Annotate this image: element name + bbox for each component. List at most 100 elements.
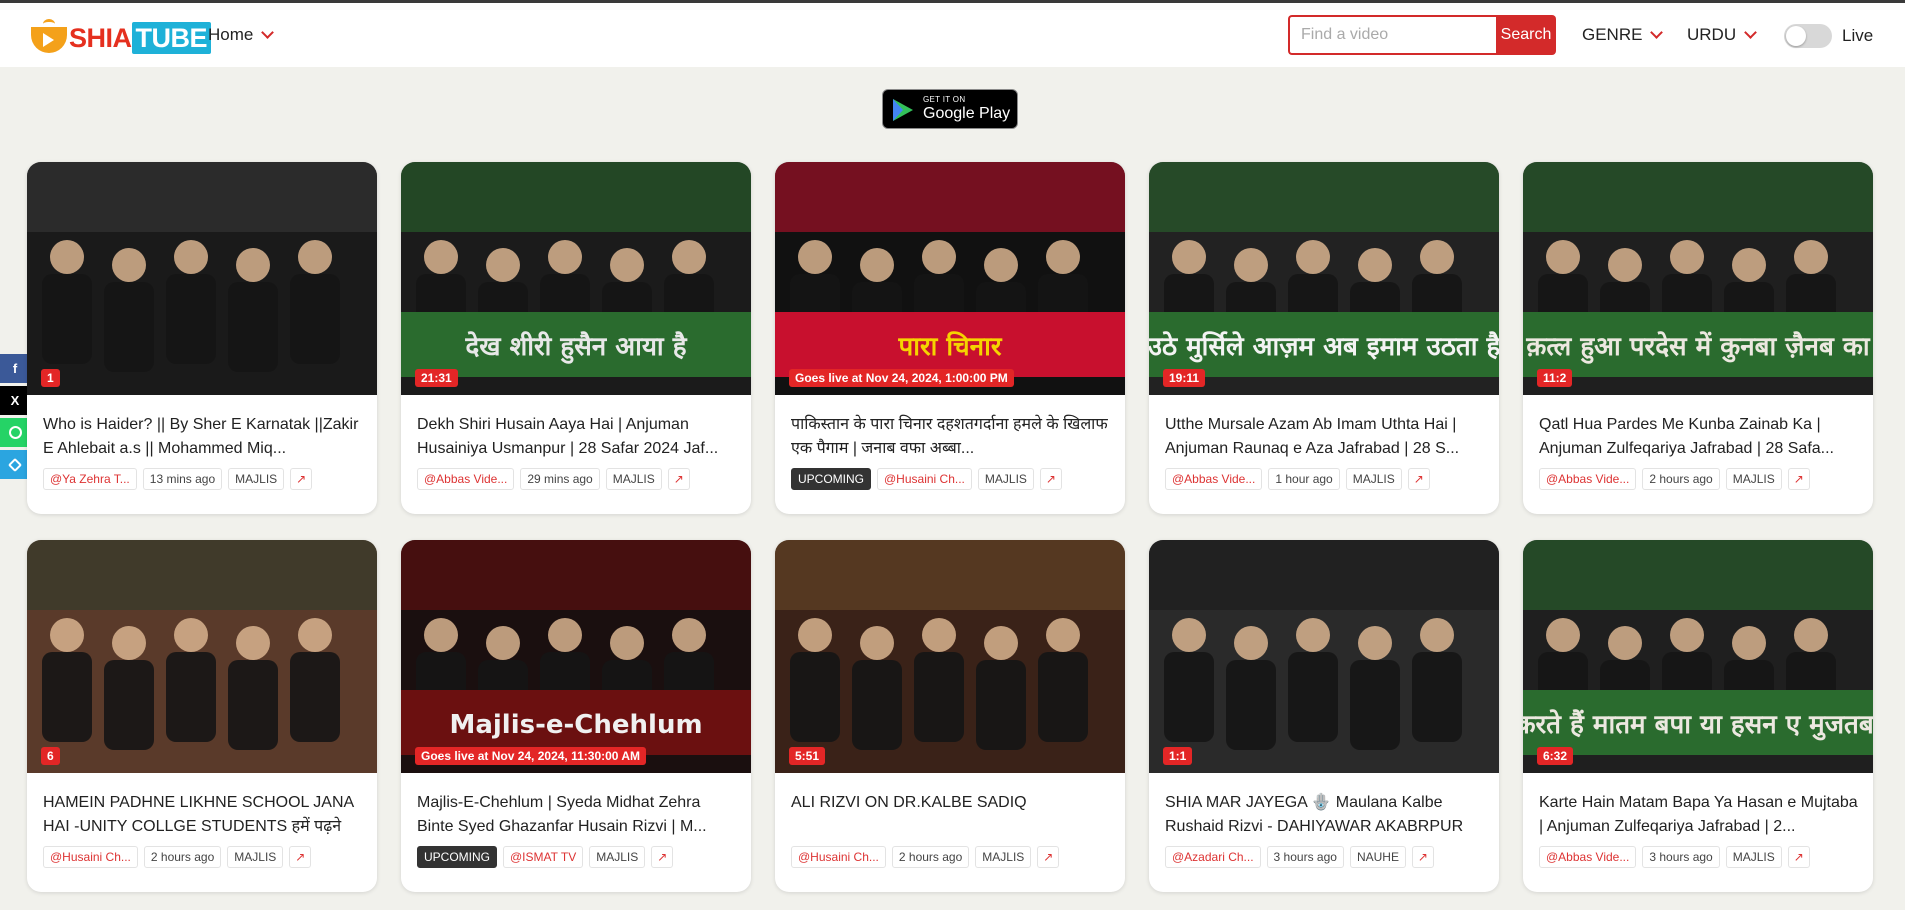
- video-thumbnail[interactable]: देख शीरी हुसैन आया है 21:31: [401, 162, 751, 395]
- channel-link[interactable]: @Abbas Vide...: [417, 468, 515, 490]
- external-link-icon[interactable]: ↗: [1037, 846, 1060, 868]
- video-title[interactable]: SHIA MAR JAYEGA 🪬 Maulana Kalbe Rushaid …: [1165, 791, 1485, 839]
- thumbnail-image: [1149, 540, 1499, 773]
- external-link-icon[interactable]: ↗: [1411, 846, 1434, 868]
- video-card[interactable]: देख शीरी हुसैन आया है 21:31 Dekh Shiri Hus…: [401, 162, 751, 514]
- upload-time: 13 mins ago: [142, 468, 223, 490]
- upcoming-badge: UPCOMING: [417, 846, 497, 868]
- search-input[interactable]: [1288, 15, 1496, 55]
- video-title[interactable]: Dekh Shiri Husain Aaya Hai | Anjuman Hus…: [417, 413, 737, 461]
- video-card[interactable]: क़त्ल हुआ परदेस में कुनबा ज़ैनब का 11:2 Qa…: [1523, 162, 1873, 514]
- video-thumbnail[interactable]: 5:51: [775, 540, 1125, 773]
- upload-time: 29 mins ago: [520, 468, 600, 490]
- chevron-down-icon: [1744, 26, 1757, 39]
- home-label: Home: [208, 25, 254, 44]
- video-thumbnail[interactable]: 1:1: [1149, 540, 1499, 773]
- external-link-icon[interactable]: ↗: [1039, 468, 1062, 490]
- video-title[interactable]: ALI RIZVI ON DR.KALBE SADIQ: [791, 791, 1111, 839]
- genre-tag[interactable]: MAJLIS: [975, 846, 1032, 868]
- channel-link[interactable]: @Husaini Ch...: [43, 846, 138, 868]
- external-link-icon[interactable]: ↗: [651, 846, 674, 868]
- video-card[interactable]: 1:1 SHIA MAR JAYEGA 🪬 Maulana Kalbe Rusha…: [1149, 540, 1499, 892]
- channel-link[interactable]: @Abbas Vide...: [1539, 468, 1637, 490]
- telegram-share-icon[interactable]: [0, 450, 30, 479]
- thumbnail-image: क़त्ल हुआ परदेस में कुनबा ज़ैनब का: [1523, 162, 1873, 395]
- thumbnail-caption: Majlis-e-Chehlum: [449, 710, 702, 740]
- video-thumbnail[interactable]: क़त्ल हुआ परदेस में कुनबा ज़ैनब का 11:2: [1523, 162, 1873, 395]
- upload-time: 3 hours ago: [1266, 846, 1344, 868]
- home-menu[interactable]: Home: [208, 25, 275, 45]
- genre-tag[interactable]: MAJLIS: [589, 846, 646, 868]
- channel-link[interactable]: @Husaini Ch...: [877, 468, 972, 490]
- external-link-icon[interactable]: ↗: [1787, 846, 1810, 868]
- video-thumbnail[interactable]: Majlis-e-Chehlum Goes live at Nov 24, 202…: [401, 540, 751, 773]
- chevron-down-icon: [261, 26, 275, 39]
- video-meta: @Husaini Ch... 2 hours ago MAJLIS ↗: [43, 846, 312, 868]
- thumbnail-caption: पारा चिनार: [898, 331, 1003, 362]
- thumbnail-image: पारा चिनार: [775, 162, 1125, 395]
- genre-tag[interactable]: MAJLIS: [1725, 846, 1782, 868]
- genre-tag[interactable]: MAJLIS: [228, 468, 285, 490]
- external-link-icon[interactable]: ↗: [290, 468, 313, 490]
- video-title[interactable]: Who is Haider? || By Sher E Karnatak ||Z…: [43, 413, 363, 461]
- video-title[interactable]: Karte Hain Matam Bapa Ya Hasan e Mujtaba…: [1539, 791, 1859, 839]
- logo-text-shia: SHIA: [69, 22, 132, 53]
- channel-link[interactable]: @Azadari Ch...: [1165, 846, 1261, 868]
- channel-link[interactable]: @Husaini Ch...: [791, 846, 886, 868]
- external-link-icon[interactable]: ↗: [667, 468, 690, 490]
- shiatube-logo[interactable]: SHIA TUBE: [29, 19, 212, 57]
- video-card[interactable]: 5:51 ALI RIZVI ON DR.KALBE SADIQ @Husaini …: [775, 540, 1125, 892]
- chevron-down-icon: [1650, 26, 1664, 39]
- video-thumbnail[interactable]: 6: [27, 540, 377, 773]
- logo-text-tube: TUBE: [131, 22, 212, 54]
- external-link-icon[interactable]: ↗: [289, 846, 312, 868]
- video-title[interactable]: Qatl Hua Pardes Me Kunba Zainab Ka | Anj…: [1539, 413, 1859, 461]
- video-card[interactable]: 1 Who is Haider? || By Sher E Karnatak ||…: [27, 162, 377, 514]
- video-title[interactable]: Utthe Mursale Azam Ab Imam Uthta Hai | A…: [1165, 413, 1485, 461]
- video-thumbnail[interactable]: उठे मुर्सिले आज़म अब इमाम उठता है 19:11: [1149, 162, 1499, 395]
- video-card[interactable]: करते हैं मातम बपा या हसन ए मुजतबा 6:32 Kar…: [1523, 540, 1873, 892]
- language-dropdown[interactable]: URDU: [1687, 25, 1757, 45]
- video-card[interactable]: उठे मुर्सिले आज़म अब इमाम उठता है 19:11 Ut…: [1149, 162, 1499, 514]
- video-meta: @Azadari Ch... 3 hours ago NAUHE ↗: [1165, 846, 1434, 868]
- google-play-badge[interactable]: GET IT ON Google Play: [882, 89, 1018, 129]
- video-title[interactable]: पाकिस्तान के पारा चिनार दहशतगर्दाना हमले…: [791, 413, 1111, 461]
- live-filter: Live: [1784, 24, 1873, 48]
- search-bar: Search: [1288, 15, 1556, 55]
- thumbnail-image: [27, 162, 377, 395]
- facebook-share-icon[interactable]: f: [0, 354, 30, 383]
- video-title[interactable]: Majlis-E-Chehlum | Syeda Midhat Zehra Bi…: [417, 791, 737, 839]
- video-meta: @Husaini Ch... 2 hours ago MAJLIS ↗: [791, 846, 1060, 868]
- duration-badge: 6:32: [1537, 747, 1574, 765]
- video-thumbnail[interactable]: पारा चिनार Goes live at Nov 24, 2024, 1:0…: [775, 162, 1125, 395]
- whatsapp-share-icon[interactable]: [0, 418, 30, 447]
- live-schedule-badge: Goes live at Nov 24, 2024, 1:00:00 PM: [789, 369, 1014, 387]
- channel-link[interactable]: @Abbas Vide...: [1539, 846, 1637, 868]
- genre-tag[interactable]: MAJLIS: [1725, 468, 1782, 490]
- genre-tag[interactable]: MAJLIS: [605, 468, 662, 490]
- genre-tag[interactable]: NAUHE: [1349, 846, 1406, 868]
- genre-dropdown[interactable]: GENRE: [1582, 25, 1664, 45]
- video-thumbnail[interactable]: करते हैं मातम बपा या हसन ए मुजतबा 6:32: [1523, 540, 1873, 773]
- channel-link[interactable]: @Ya Zehra T...: [43, 468, 137, 490]
- video-title[interactable]: HAMEIN PADHNE LIKHNE SCHOOL JANA HAI -UN…: [43, 791, 363, 839]
- channel-link[interactable]: @ISMAT TV: [503, 846, 584, 868]
- video-meta: UPCOMING @ISMAT TV MAJLIS ↗: [417, 846, 674, 868]
- video-card[interactable]: पारा चिनार Goes live at Nov 24, 2024, 1:0…: [775, 162, 1125, 514]
- genre-tag[interactable]: MAJLIS: [977, 468, 1034, 490]
- video-thumbnail[interactable]: 1: [27, 162, 377, 395]
- external-link-icon[interactable]: ↗: [1787, 468, 1810, 490]
- video-card[interactable]: 6 HAMEIN PADHNE LIKHNE SCHOOL JANA HAI -U…: [27, 540, 377, 892]
- live-schedule-badge: Goes live at Nov 24, 2024, 11:30:00 AM: [415, 747, 647, 765]
- thumbnail-image: Majlis-e-Chehlum: [401, 540, 751, 773]
- channel-link[interactable]: @Abbas Vide...: [1165, 468, 1263, 490]
- video-card[interactable]: Majlis-e-Chehlum Goes live at Nov 24, 202…: [401, 540, 751, 892]
- search-button[interactable]: Search: [1496, 15, 1556, 55]
- genre-tag[interactable]: MAJLIS: [1345, 468, 1402, 490]
- external-link-icon[interactable]: ↗: [1407, 468, 1430, 490]
- thumbnail-image: करते हैं मातम बपा या हसन ए मुजतबा: [1523, 540, 1873, 773]
- genre-tag[interactable]: MAJLIS: [227, 846, 284, 868]
- x-share-icon[interactable]: X: [0, 386, 30, 415]
- live-toggle[interactable]: [1784, 24, 1832, 48]
- thumbnail-image: [775, 540, 1125, 773]
